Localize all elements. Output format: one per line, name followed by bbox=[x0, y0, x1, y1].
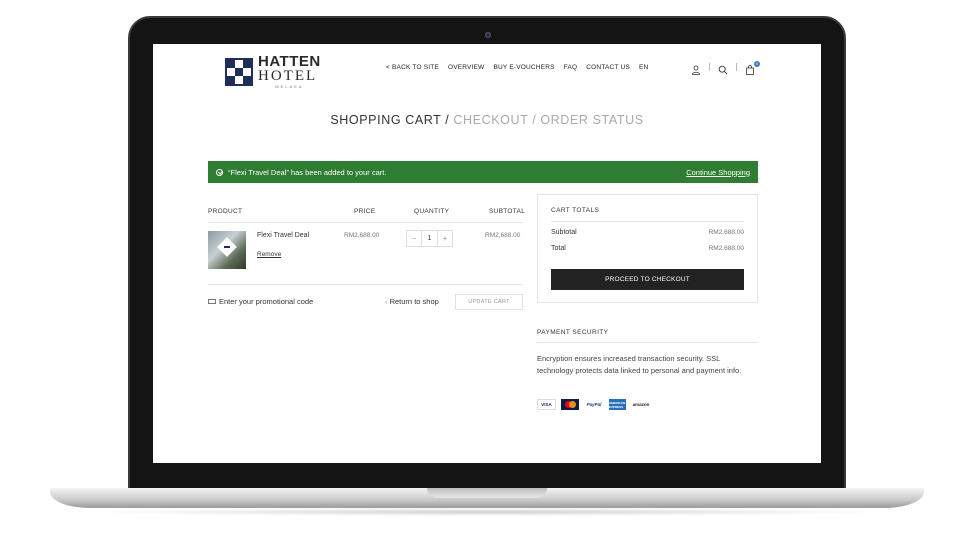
camera-icon bbox=[485, 32, 491, 38]
return-to-shop-link[interactable]: ‹ Return to shop bbox=[385, 297, 439, 306]
cart-totals-panel: CART TOTALS Subtotal RM2,688.00 Total RM… bbox=[537, 194, 758, 303]
quantity-decrease-button[interactable]: − bbox=[407, 231, 421, 246]
product-name[interactable]: Flexi Travel Deal bbox=[257, 232, 309, 239]
table-footer-divider bbox=[208, 284, 523, 285]
logo-text: HATTEN HOTEL MELAKA bbox=[258, 54, 321, 89]
step-shopping-cart: SHOPPING CART bbox=[330, 113, 442, 127]
quantity-increase-button[interactable]: + bbox=[438, 231, 452, 246]
remove-item-link[interactable]: Remove bbox=[257, 251, 281, 258]
step-order-status: ORDER STATUS bbox=[540, 113, 644, 127]
laptop-shadow bbox=[80, 508, 894, 516]
item-subtotal: RM2,688.00 bbox=[485, 232, 521, 239]
cart-totals-divider bbox=[551, 221, 744, 222]
payment-logos: VISA PayPal AMERICAN EXPRESS amazon bbox=[537, 399, 651, 410]
hotel-logo[interactable]: HATTEN HOTEL MELAKA bbox=[225, 54, 321, 89]
divider bbox=[709, 63, 710, 71]
divider bbox=[736, 63, 737, 71]
header-icons: 0 bbox=[691, 61, 760, 75]
proceed-to-checkout-button[interactable]: PROCEED TO CHECKOUT bbox=[551, 269, 744, 290]
product-thumbnail[interactable] bbox=[208, 231, 246, 269]
subtotal-label: Subtotal bbox=[551, 229, 577, 236]
amazon-pay-icon: amazon bbox=[632, 402, 650, 407]
nav-buy-e-vouchers[interactable]: BUY E-VOUCHERS bbox=[493, 64, 554, 71]
search-icon[interactable] bbox=[718, 62, 728, 75]
column-header-subtotal: SUBTOTAL bbox=[489, 208, 526, 215]
cart-count-badge: 0 bbox=[754, 61, 760, 67]
payment-security-text: Encryption ensures increased transaction… bbox=[537, 354, 742, 375]
total-value: RM2,688.00 bbox=[708, 245, 744, 252]
payment-security-title: PAYMENT SECURITY bbox=[537, 329, 609, 336]
nav-back-to-site[interactable]: < BACK TO SITE bbox=[386, 64, 439, 71]
promo-code-toggle[interactable]: Enter your promotional code bbox=[208, 297, 313, 306]
nav-language[interactable]: EN bbox=[639, 64, 648, 71]
logo-mark-icon bbox=[225, 57, 253, 86]
nav-overview[interactable]: OVERVIEW bbox=[448, 64, 485, 71]
cart-icon[interactable]: 0 bbox=[745, 61, 760, 75]
update-cart-button[interactable]: UPDATE CART bbox=[455, 294, 523, 310]
logo-line-3: MELAKA bbox=[275, 84, 304, 89]
user-icon[interactable] bbox=[691, 62, 701, 75]
ticket-icon bbox=[208, 299, 216, 304]
checkout-steps: SHOPPING CART / CHECKOUT / ORDER STATUS bbox=[153, 113, 821, 127]
added-to-cart-notice: “Flexi Travel Deal” has been added to yo… bbox=[208, 161, 758, 183]
screen: HATTEN HOTEL MELAKA < BACK TO SITE OVERV… bbox=[153, 44, 821, 463]
column-header-product: PRODUCT bbox=[208, 208, 243, 215]
laptop-notch bbox=[427, 488, 547, 498]
check-circle-icon bbox=[216, 168, 223, 176]
total-label: Total bbox=[551, 245, 566, 252]
column-header-price: PRICE bbox=[354, 208, 376, 215]
return-to-shop-label: Return to shop bbox=[389, 297, 439, 306]
subtotal-value: RM2,688.00 bbox=[708, 229, 744, 236]
step-checkout: CHECKOUT bbox=[453, 113, 529, 127]
payment-security-divider bbox=[537, 342, 758, 343]
item-price: RM2,688.00 bbox=[344, 232, 380, 239]
continue-shopping-link[interactable]: Continue Shopping bbox=[686, 168, 750, 177]
logo-line-1: HATTEN bbox=[258, 53, 321, 70]
step-separator: / bbox=[528, 113, 541, 127]
quantity-input[interactable]: 1 bbox=[421, 231, 438, 246]
column-header-quantity: QUANTITY bbox=[414, 208, 450, 215]
table-header-divider bbox=[208, 222, 523, 223]
logo-line-2: HOTEL bbox=[258, 68, 318, 84]
promo-code-label: Enter your promotional code bbox=[219, 297, 314, 306]
step-separator: / bbox=[441, 113, 454, 127]
nav-faq[interactable]: FAQ bbox=[564, 64, 578, 71]
nav-contact-us[interactable]: CONTACT US bbox=[586, 64, 630, 71]
laptop-mockup: HATTEN HOTEL MELAKA < BACK TO SITE OVERV… bbox=[0, 0, 960, 548]
amex-icon: AMERICAN EXPRESS bbox=[609, 399, 626, 410]
visa-icon: VISA bbox=[537, 399, 556, 410]
cart-totals-title: CART TOTALS bbox=[551, 207, 600, 214]
quantity-stepper[interactable]: − 1 + bbox=[406, 230, 453, 247]
notice-message: “Flexi Travel Deal” has been added to yo… bbox=[228, 167, 387, 177]
paypal-icon: PayPal bbox=[586, 402, 602, 407]
main-nav: < BACK TO SITE OVERVIEW BUY E-VOUCHERS F… bbox=[386, 64, 648, 71]
mastercard-icon bbox=[561, 399, 579, 410]
